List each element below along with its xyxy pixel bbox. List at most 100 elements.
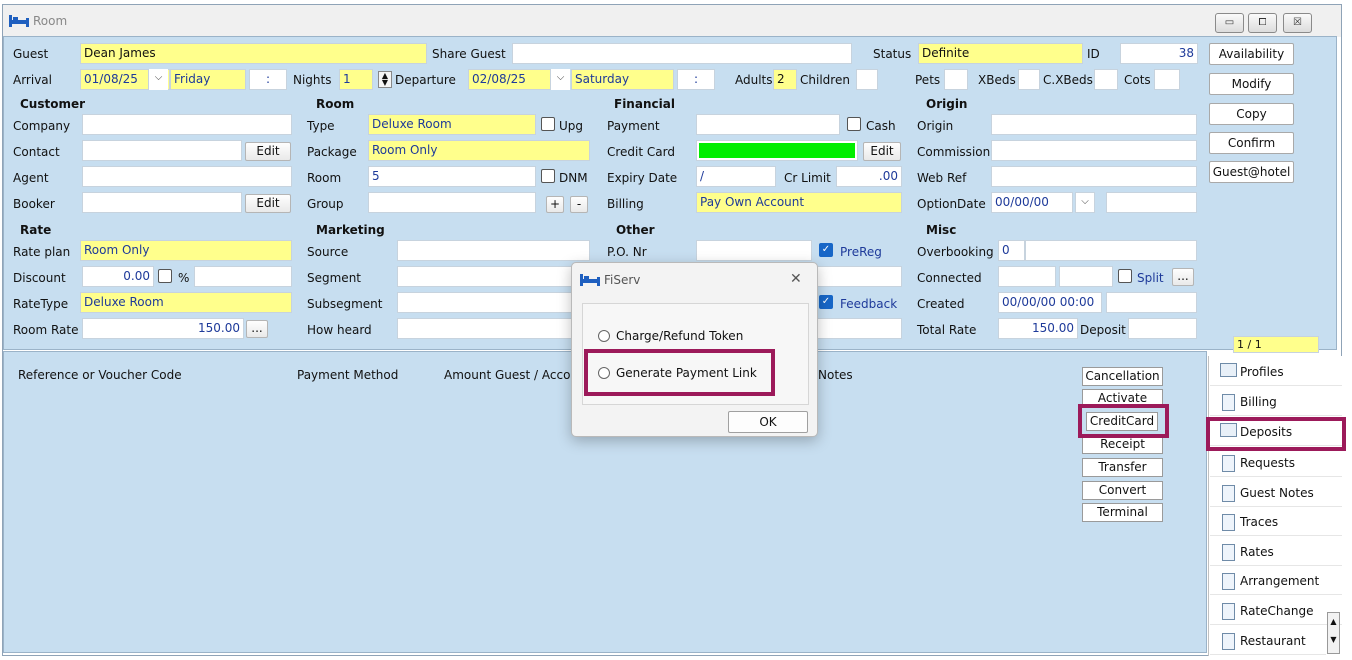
copy-button[interactable]: Copy (1209, 103, 1294, 125)
company-label: Company (13, 119, 71, 133)
guest-field[interactable]: Dean James (80, 43, 427, 64)
segment-field[interactable] (397, 266, 590, 287)
guest-label: Guest (13, 47, 49, 61)
cancellation-button[interactable]: Cancellation (1082, 367, 1163, 386)
commission-field[interactable] (991, 140, 1197, 161)
tab-arrangement[interactable]: Arrangement (1210, 567, 1342, 595)
xbeds-field[interactable] (1018, 69, 1040, 90)
cr-limit-field[interactable]: .00 (836, 166, 902, 187)
pets-field[interactable] (944, 69, 968, 90)
adults-field[interactable]: 2 (773, 69, 797, 90)
created-extra-field[interactable] (1106, 292, 1197, 313)
transfer-button[interactable]: Transfer (1082, 458, 1163, 477)
split-checkbox[interactable] (1118, 269, 1132, 283)
room-type-field[interactable]: Deluxe Room (368, 114, 536, 135)
contact-edit-button[interactable]: Edit (245, 142, 291, 161)
upg-label: Upg (559, 119, 584, 133)
package-field[interactable]: Room Only (368, 140, 590, 161)
col-amount: Amount Guest / Acco (444, 368, 571, 382)
tab-billing[interactable]: Billing (1210, 388, 1342, 416)
cxbeds-field[interactable] (1094, 69, 1118, 90)
minimize-button[interactable]: ▭ (1215, 13, 1244, 33)
status-field[interactable]: Definite (918, 43, 1083, 64)
col-payment-method: Payment Method (297, 368, 399, 382)
agent-field[interactable] (82, 166, 292, 187)
feedback-checkbox[interactable]: ✓ (819, 295, 833, 309)
company-field[interactable] (82, 114, 292, 135)
overbooking-field[interactable]: 0 (998, 240, 1025, 261)
discount-extra-field[interactable] (194, 266, 292, 287)
contact-field[interactable] (82, 140, 242, 161)
adults-label: Adults (735, 73, 773, 87)
connected-field-2[interactable] (1059, 266, 1113, 287)
charge-refund-radio[interactable] (598, 330, 610, 342)
deposit-field[interactable] (1128, 318, 1197, 339)
subsegment-field[interactable] (397, 292, 590, 313)
misc-header: Misc (926, 223, 957, 237)
close-button[interactable]: ☒ (1283, 13, 1312, 33)
departure-date-field[interactable]: 02/08/25 (468, 69, 552, 90)
prereg-checkbox[interactable]: ✓ (819, 243, 833, 257)
discount-percent-checkbox[interactable] (158, 269, 172, 283)
arrival-time-field[interactable]: : (249, 69, 287, 90)
optiondate-dropdown-icon[interactable]: ⌵ (1075, 192, 1095, 213)
tab-traces[interactable]: Traces (1210, 508, 1342, 536)
terminal-button[interactable]: Terminal (1082, 503, 1163, 522)
billing-icon (1222, 394, 1235, 411)
billing-field[interactable]: Pay Own Account (696, 192, 902, 213)
tab-rates[interactable]: Rates (1210, 538, 1342, 566)
optiondate-extra-field[interactable] (1106, 192, 1197, 213)
tab-restaurant[interactable]: Restaurant (1210, 627, 1326, 655)
connected-field-1[interactable] (998, 266, 1056, 287)
credit-card-field[interactable] (699, 143, 855, 158)
ratetype-field[interactable]: Deluxe Room (80, 292, 292, 313)
tab-profiles[interactable]: Profiles (1210, 358, 1342, 386)
nights-spinner[interactable]: ▲ ▼ (378, 71, 392, 88)
credit-card-edit-button[interactable]: Edit (863, 142, 901, 161)
origin-field[interactable] (991, 114, 1197, 135)
ok-button[interactable]: OK (728, 411, 808, 433)
overbooking-extra-field[interactable] (1025, 240, 1197, 261)
dialog-close-icon[interactable]: ✕ (790, 271, 802, 287)
booker-field[interactable] (82, 192, 242, 213)
guest-at-hotel-button[interactable]: Guest@hotel (1209, 161, 1294, 183)
po-field[interactable] (696, 240, 812, 261)
optiondate-field[interactable]: 00/00/00 (991, 192, 1073, 213)
children-field[interactable] (856, 69, 878, 90)
dnm-checkbox[interactable] (541, 169, 555, 183)
tab-ratechange[interactable]: RateChange (1210, 597, 1342, 625)
cots-field[interactable] (1154, 69, 1180, 90)
optiondate-label: OptionDate (917, 197, 986, 211)
convert-button[interactable]: Convert (1082, 481, 1163, 500)
source-field[interactable] (397, 240, 590, 261)
webref-field[interactable] (991, 166, 1197, 187)
arrival-dropdown-icon[interactable]: ⌵ (148, 69, 168, 90)
howheard-field[interactable] (397, 318, 590, 339)
confirm-button[interactable]: Confirm (1209, 132, 1294, 154)
discount-field[interactable]: 0.00 (82, 266, 154, 287)
group-field[interactable] (368, 192, 536, 213)
departure-day-field: Saturday (571, 69, 674, 90)
departure-time-field[interactable]: : (677, 69, 715, 90)
connected-more-button[interactable]: ... (1172, 268, 1194, 286)
booker-edit-button[interactable]: Edit (245, 194, 291, 213)
roomrate-field[interactable]: 150.00 (82, 318, 244, 339)
availability-button[interactable]: Availability (1209, 43, 1294, 65)
side-tabs-scrollbar[interactable]: ▲ ▼ (1327, 612, 1340, 654)
tab-requests[interactable]: Requests (1210, 449, 1342, 477)
modify-button[interactable]: Modify (1209, 73, 1294, 95)
nights-field[interactable]: 1 (339, 69, 373, 90)
expiry-field[interactable]: / (696, 166, 776, 187)
room-number-field[interactable]: 5 (368, 166, 536, 187)
cash-checkbox[interactable] (847, 117, 861, 131)
rateplan-field[interactable]: Room Only (80, 240, 292, 261)
upg-checkbox[interactable] (541, 117, 555, 131)
maximize-button[interactable]: ⧠ (1248, 13, 1277, 33)
group-remove-button[interactable]: - (570, 196, 588, 213)
group-add-button[interactable]: + (546, 196, 564, 213)
departure-dropdown-icon[interactable]: ⌵ (550, 69, 570, 90)
payment-field[interactable] (696, 114, 840, 135)
roomrate-more-button[interactable]: ... (246, 320, 268, 338)
share-guest-field[interactable] (512, 43, 852, 64)
tab-guest-notes[interactable]: Guest Notes (1210, 479, 1342, 507)
